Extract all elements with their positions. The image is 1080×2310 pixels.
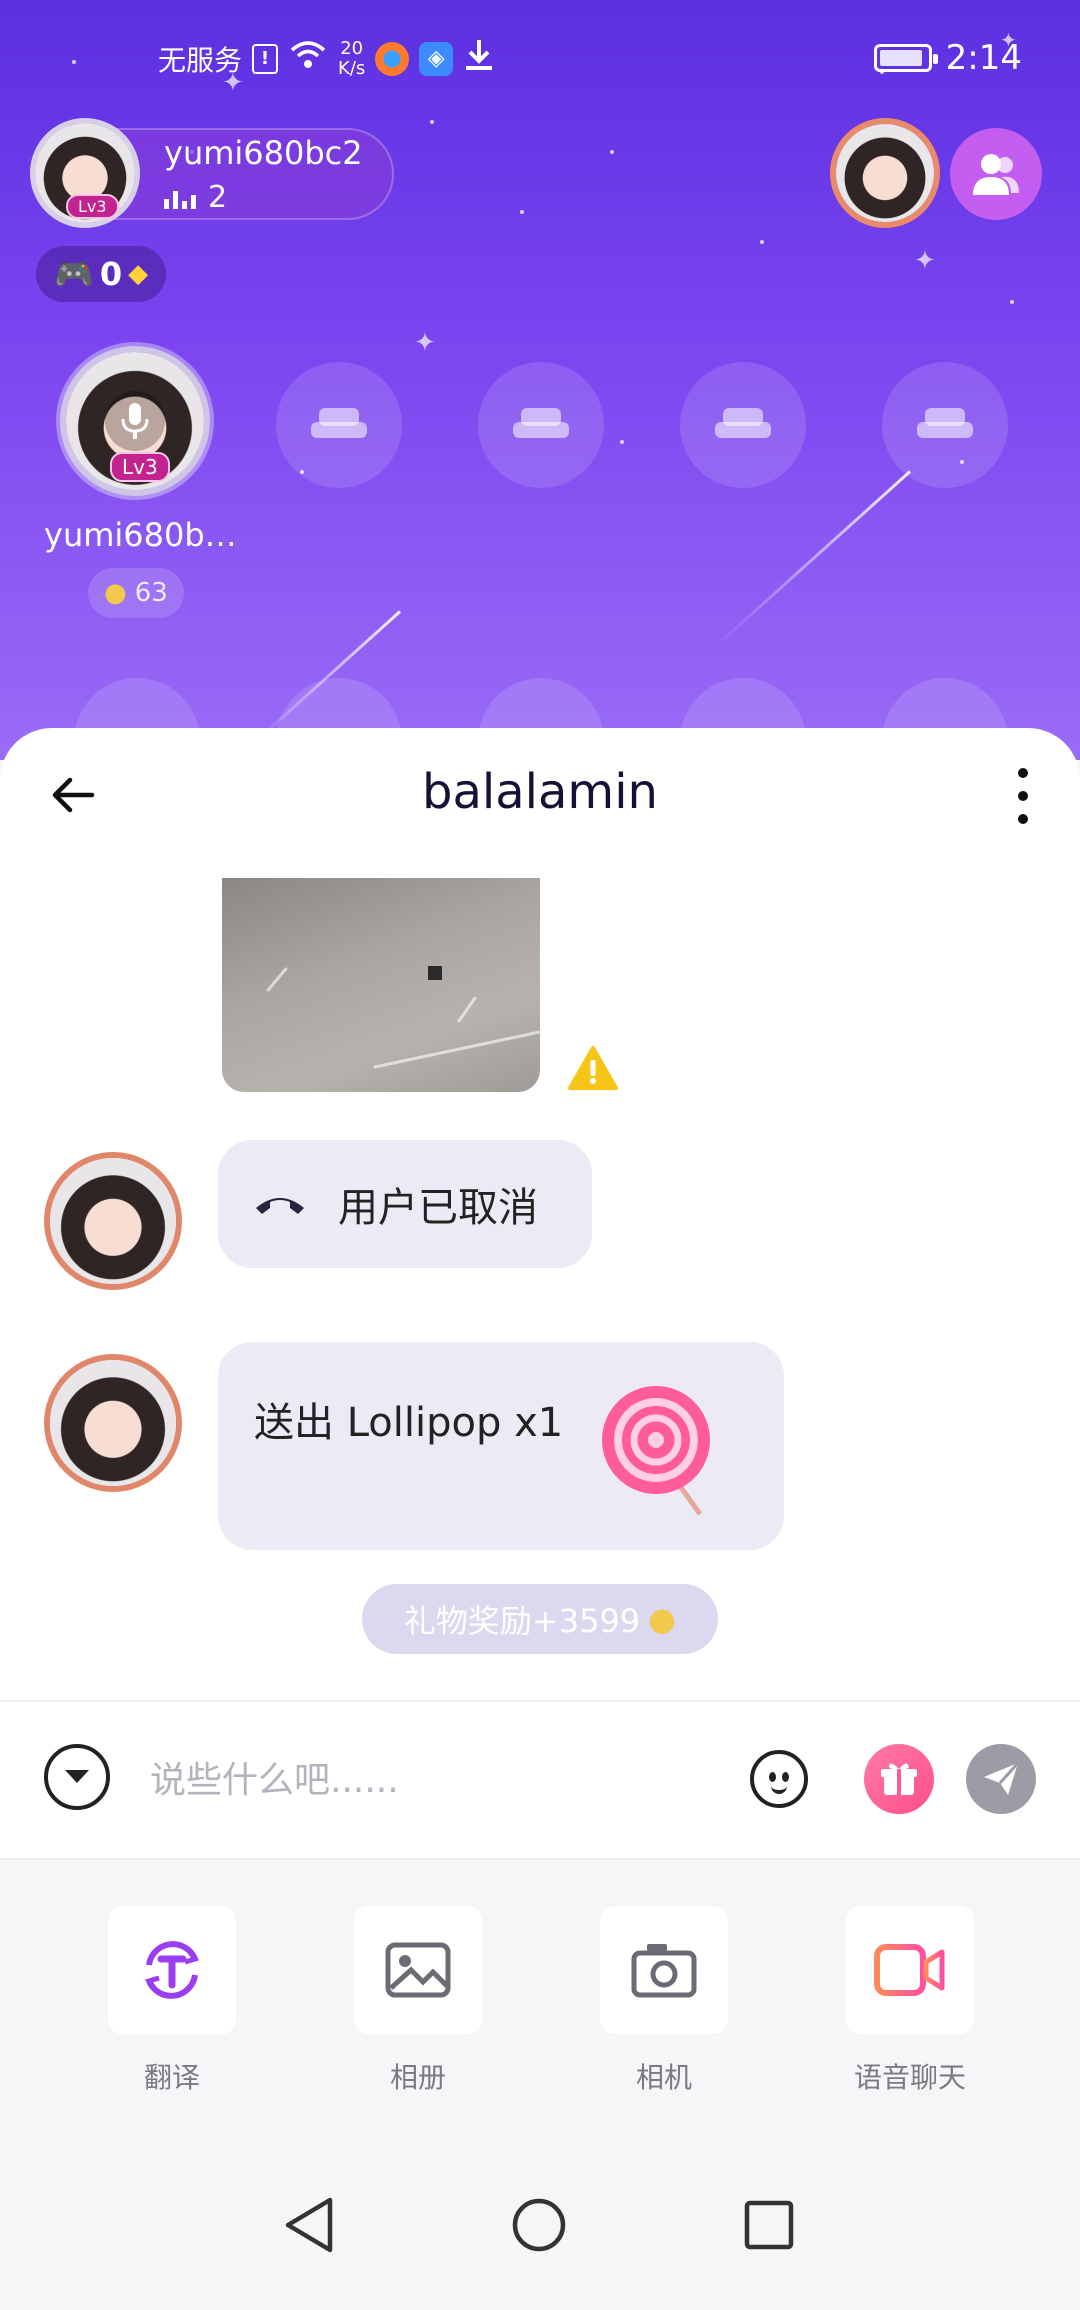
clock: 2:14: [945, 38, 1022, 78]
carrier-label: 无服务: [158, 43, 243, 77]
wifi-icon: [288, 40, 328, 77]
lollipop-gift-icon: [602, 1386, 710, 1516]
call-status-text: 用户已取消: [338, 1185, 538, 1231]
sofa-icon: [715, 408, 771, 442]
phone-hangup-icon: [256, 1198, 304, 1214]
nav-home-button[interactable]: [504, 2190, 574, 2260]
tools-panel: 翻译 相册 相机 语音聊天: [0, 1860, 1080, 2140]
square-recents-icon: [744, 2200, 794, 2250]
seat-coin-count: ● 63: [88, 568, 184, 618]
gift-box-icon: [881, 1763, 917, 1795]
send-button[interactable]: [966, 1744, 1036, 1814]
mic-seat-empty[interactable]: [882, 362, 1008, 488]
mic-seat-empty[interactable]: [478, 362, 604, 488]
game-coin-counter[interactable]: 🎮 0 ◆: [36, 246, 167, 302]
download-icon: [463, 38, 495, 79]
camera-icon: [631, 1944, 697, 1998]
circle-home-icon: [512, 2198, 566, 2252]
more-vert-icon: [1018, 768, 1028, 778]
gamepad-icon: 🎮: [54, 255, 94, 293]
sender-avatar[interactable]: [44, 1354, 182, 1492]
chevron-down-icon: [65, 1770, 89, 1783]
more-options-button[interactable]: [1008, 768, 1038, 824]
warning-icon[interactable]: [568, 1046, 618, 1090]
diamond-icon: ◆: [128, 259, 149, 289]
private-chat-sheet: balalamin 用户已取消 送出 Lollipop x1 礼物奖励+3599: [0, 728, 1080, 2310]
sender-avatar[interactable]: [44, 1152, 182, 1290]
host-level-badge: Lv3: [66, 194, 119, 219]
image-message[interactable]: [222, 878, 540, 1092]
gift-message[interactable]: 送出 Lollipop x1: [218, 1342, 784, 1550]
browser-app-icon: [375, 41, 410, 76]
room-members-button[interactable]: [950, 128, 1042, 220]
battery-icon: [873, 44, 938, 72]
voice-room-background: ✦ ✦ ✦ ✦ 无服务 ! 20 K/s ◈ 2:14 Lv3 yumi680b…: [0, 0, 1080, 760]
chat-header: balalamin: [0, 728, 1080, 858]
top-user-avatar[interactable]: [830, 118, 940, 228]
sofa-icon: [917, 408, 973, 442]
tool-voice-chat[interactable]: 语音聊天: [830, 1906, 990, 2096]
nav-recents-button[interactable]: [734, 2190, 804, 2260]
translate-icon: [144, 1941, 200, 1999]
chat-title: balalamin: [422, 764, 658, 820]
seat-user-name: yumi680b…: [44, 516, 237, 554]
app-notification-icon: ◈: [419, 41, 454, 76]
message-input[interactable]: [150, 1740, 710, 1820]
message-input-bar: [0, 1700, 1080, 1840]
sofa-icon: [513, 408, 569, 442]
bean-icon: ●: [104, 578, 127, 608]
host-name: yumi680bc2: [164, 134, 363, 172]
triangle-back-icon: [285, 2197, 333, 2253]
send-icon: [984, 1761, 1020, 1795]
tool-camera[interactable]: 相机: [584, 1906, 744, 2096]
emoji-button[interactable]: [750, 1750, 808, 1808]
status-bar: 无服务 ! 20 K/s ◈ 2:14: [0, 38, 1080, 88]
gift-button[interactable]: [864, 1744, 934, 1814]
sim-alert-icon: !: [252, 43, 279, 74]
smiley-icon: [771, 1786, 787, 1794]
audio-level-icon: [164, 187, 196, 209]
net-speed: 20 K/s: [338, 37, 366, 79]
mic-seat-empty[interactable]: [276, 362, 402, 488]
mic-seat-empty[interactable]: [680, 362, 806, 488]
video-call-icon: [874, 1944, 945, 1996]
call-message[interactable]: 用户已取消: [218, 1140, 592, 1268]
gift-text: 送出 Lollipop x1: [254, 1400, 564, 1446]
seat-level-badge: Lv3: [110, 452, 170, 482]
microphone-icon: [105, 391, 165, 451]
album-icon: [385, 1942, 451, 1998]
collapse-toggle-button[interactable]: [44, 1744, 110, 1810]
system-navigation-bar: [0, 2140, 1080, 2310]
listener-count: 2: [164, 180, 227, 215]
bean-icon: ●: [648, 1600, 677, 1638]
tool-translate[interactable]: 翻译: [92, 1906, 252, 2096]
tool-album[interactable]: 相册: [338, 1906, 498, 2096]
nav-back-button[interactable]: [274, 2190, 344, 2260]
gift-reward-notice: 礼物奖励+3599 ●: [362, 1584, 718, 1654]
users-icon: [973, 154, 1019, 195]
sofa-icon: [311, 408, 367, 442]
